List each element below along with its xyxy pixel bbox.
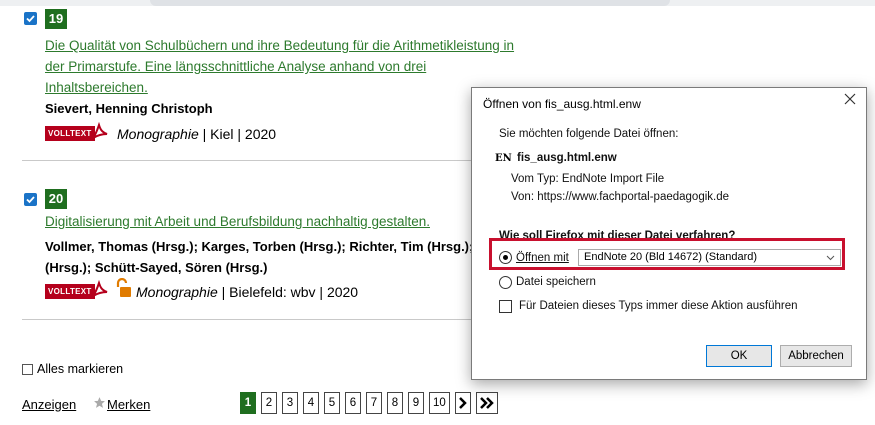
file-type: Vom Typ: EndNote Import File — [511, 173, 665, 185]
volltext-badge[interactable]: VOLLTEXT — [45, 284, 95, 299]
result-title-line-3[interactable]: Inhaltsbereichen. — [45, 78, 148, 98]
open-with-text: Öffnen mit — [516, 252, 569, 264]
page-button[interactable]: 4 — [303, 392, 319, 414]
result-title-line-1[interactable]: Die Qualität von Schulbüchern und ihre B… — [45, 36, 514, 56]
show-link[interactable]: Anzeigen — [22, 397, 76, 413]
checkmark-icon — [26, 196, 35, 204]
page-button[interactable]: 1 — [240, 392, 256, 414]
result-type: Monographie — [136, 284, 218, 300]
application-select[interactable]: EndNote 20 (Bld 14672) (Standard) — [578, 249, 841, 266]
file-source: Von: https://www.fachportal-paedagogik.d… — [511, 191, 730, 203]
cancel-button[interactable]: Abbrechen — [780, 345, 852, 367]
result-type: Monographie — [117, 126, 199, 142]
result-number: 19 — [45, 9, 67, 29]
star-icon[interactable] — [93, 396, 106, 409]
result-meta: Monographie | Bielefeld: wbv | 2020 — [136, 283, 358, 301]
divider — [22, 160, 471, 161]
result-authors: Sievert, Henning Christoph — [45, 101, 213, 116]
last-page-button[interactable] — [475, 392, 498, 414]
remember-link[interactable]: Merken — [107, 397, 150, 413]
top-edge — [0, 0, 875, 6]
result-title-line-2[interactable]: der Primarstufe. Eine längsschnittliche … — [45, 57, 426, 77]
pdf-icon[interactable] — [90, 280, 110, 300]
always-do-checkbox[interactable] — [499, 300, 512, 313]
open-file-dialog: Öffnen von fis_ausg.html.enw Sie möchten… — [471, 87, 867, 380]
open-access-lock-icon — [116, 278, 131, 297]
divider — [22, 319, 471, 320]
page-button[interactable]: 8 — [387, 392, 403, 414]
chevron-right-icon — [458, 397, 467, 409]
dialog-intro: Sie möchten folgende Datei öffnen: — [499, 128, 679, 140]
page-button[interactable]: 3 — [282, 392, 298, 414]
application-select-value: EndNote 20 (Bld 14672) (Standard) — [584, 251, 758, 263]
file-name: fis_ausg.html.enw — [517, 152, 617, 164]
result-meta: Monographie | Kiel | 2020 — [117, 125, 276, 143]
mark-all-label[interactable]: Alles markieren — [37, 361, 123, 377]
result-checkbox-19[interactable] — [24, 12, 37, 25]
close-x-glyph — [844, 93, 856, 105]
dialog-title: Öffnen von fis_ausg.html.enw — [483, 97, 641, 111]
endnote-file-icon: EN — [495, 153, 512, 164]
result-checkbox-20[interactable] — [24, 193, 37, 206]
page-button[interactable]: 5 — [324, 392, 340, 414]
pdf-icon[interactable] — [90, 122, 110, 142]
close-icon[interactable] — [844, 93, 856, 109]
result-authors-line-1: Vollmer, Thomas (Hrsg.); Karges, Torben … — [45, 239, 493, 254]
double-chevron-right-icon — [479, 397, 494, 409]
next-page-button[interactable] — [454, 392, 471, 414]
result-details: | Kiel | 2020 — [198, 126, 277, 142]
pagination: 1 2 3 4 5 6 7 8 9 10 — [240, 392, 498, 414]
page-button[interactable]: 2 — [261, 392, 277, 414]
page-button[interactable]: 7 — [366, 392, 382, 414]
save-file-radio[interactable] — [499, 276, 512, 289]
save-file-label[interactable]: Datei speichern — [516, 275, 596, 290]
top-edge-tab — [150, 0, 670, 6]
result-title-line-1[interactable]: Digitalisierung mit Arbeit und Berufsbil… — [45, 212, 430, 232]
page-button[interactable]: 6 — [345, 392, 361, 414]
page-button[interactable]: 9 — [408, 392, 424, 414]
volltext-badge[interactable]: VOLLTEXT — [45, 126, 95, 141]
page-button[interactable]: 10 — [429, 392, 450, 414]
checkmark-icon — [26, 15, 35, 23]
open-with-radio[interactable] — [499, 251, 512, 264]
result-number: 20 — [45, 189, 67, 209]
chevron-down-icon — [826, 250, 835, 270]
ok-button[interactable]: OK — [706, 345, 772, 367]
always-do-label[interactable]: Für Dateien dieses Typs immer diese Akti… — [519, 299, 797, 314]
result-authors-line-2: (Hrsg.); Schütt-Sayed, Sören (Hrsg.) — [45, 260, 268, 275]
open-with-label[interactable]: Öffnen mit — [516, 251, 569, 266]
result-details: | Bielefeld: wbv | 2020 — [217, 284, 359, 300]
mark-all-checkbox[interactable] — [22, 364, 33, 375]
